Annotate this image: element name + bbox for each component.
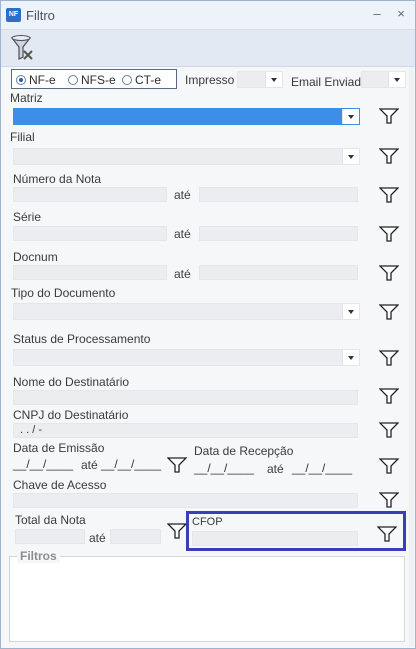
cfop-input[interactable] [192,531,358,546]
status-processamento-select[interactable] [13,349,360,366]
window-title: Filtro [26,8,55,23]
impresso-label: Impresso [185,73,235,87]
chave-acesso-input[interactable] [13,493,358,508]
docnum-label: Docnum [13,250,58,264]
radio-label: NFS-e [81,73,116,87]
radio-icon [68,75,78,85]
chevron-down-icon [271,78,277,82]
data-recepcao-label: Data de Recepção [194,444,294,458]
title-bar: NF Filtro – × [1,1,415,30]
tipo-documento-select[interactable] [13,303,360,320]
minimize-button[interactable]: – [369,6,385,22]
radio-nfse[interactable]: NFS-e [68,73,116,87]
data-recepcao-from-input[interactable]: __/__/____ [194,461,254,475]
funnel-icon[interactable] [167,456,187,474]
funnel-icon[interactable] [379,387,399,405]
radio-label: NF-e [29,73,56,87]
funnel-icon[interactable] [379,303,399,321]
nome-destinatario-input[interactable] [13,390,358,405]
email-enviado-label: Email Enviado [291,75,368,89]
filtros-label: Filtros [17,549,60,563]
radio-label: CT-e [135,73,162,87]
doc-type-radio-group: NF-e NFS-e CT-e [11,69,177,89]
radio-selected-icon [16,75,26,85]
funnel-icon[interactable] [379,147,399,165]
tipo-documento-label: Tipo do Documento [11,286,116,300]
ate-label: até [81,458,98,472]
funnel-icon[interactable] [379,225,399,243]
funnel-icon[interactable] [379,186,399,204]
chevron-down-icon [348,310,354,314]
impresso-select[interactable] [237,71,283,88]
app-icon: NF [6,8,21,22]
data-emissao-label: Data de Emissão [13,441,105,455]
nome-destinatario-label: Nome do Destinatário [13,375,130,389]
funnel-clear-icon[interactable] [9,32,35,64]
chevron-down-icon [348,115,354,119]
serie-from-input[interactable] [13,226,167,241]
ate-label: até [89,531,106,545]
serie-label: Série [13,210,42,224]
data-emissao-to-input[interactable]: __/__/____ [101,457,161,471]
chevron-down-icon [394,78,400,82]
funnel-icon[interactable] [167,522,187,540]
funnel-icon[interactable] [379,457,399,475]
chevron-down-icon [348,155,354,159]
cnpj-mask: . . / - [20,424,42,436]
radio-nfe[interactable]: NF-e [16,73,56,87]
close-button[interactable]: × [393,6,409,22]
scrollbar[interactable] [409,67,414,647]
numero-nota-label: Número da Nota [13,172,102,186]
ate-label: até [267,462,284,476]
funnel-icon[interactable] [379,349,399,367]
funnel-icon[interactable] [379,491,399,509]
total-nota-from-input[interactable] [15,529,85,544]
filial-select[interactable] [13,148,360,165]
data-emissao-from-input[interactable]: __/__/____ [13,457,73,471]
total-nota-to-input[interactable] [110,529,161,544]
ate-label: até [174,227,191,241]
chevron-down-icon [348,356,354,360]
email-enviado-select[interactable] [361,71,406,88]
matriz-label: Matriz [10,91,43,105]
ate-label: até [174,188,191,202]
funnel-icon[interactable] [379,264,399,282]
radio-icon [122,75,132,85]
status-processamento-label: Status de Processamento [13,332,151,346]
cnpj-destinatario-input[interactable]: . . / - [13,423,358,438]
radio-cte[interactable]: CT-e [122,73,161,87]
filial-label: Filial [10,130,35,144]
filter-window: NF Filtro – × NF-e NFS-e CT-e Impresso E… [0,0,416,649]
filtros-panel [9,556,405,642]
numero-nota-from-input[interactable] [13,187,167,202]
total-nota-label: Total da Nota [15,513,86,527]
funnel-icon[interactable] [379,421,399,439]
funnel-icon[interactable] [377,525,397,543]
data-recepcao-to-input[interactable]: __/__/____ [292,461,352,475]
chave-acesso-label: Chave de Acesso [13,478,107,492]
numero-nota-to-input[interactable] [199,187,358,202]
docnum-to-input[interactable] [199,265,358,280]
matriz-select[interactable] [13,108,360,125]
docnum-from-input[interactable] [13,265,167,280]
funnel-icon[interactable] [379,107,399,125]
cnpj-destinatario-label: CNPJ do Destinatário [13,408,129,422]
ate-label: até [174,267,191,281]
cfop-label: CFOP [192,516,223,528]
toolbar [1,30,415,67]
serie-to-input[interactable] [199,226,358,241]
